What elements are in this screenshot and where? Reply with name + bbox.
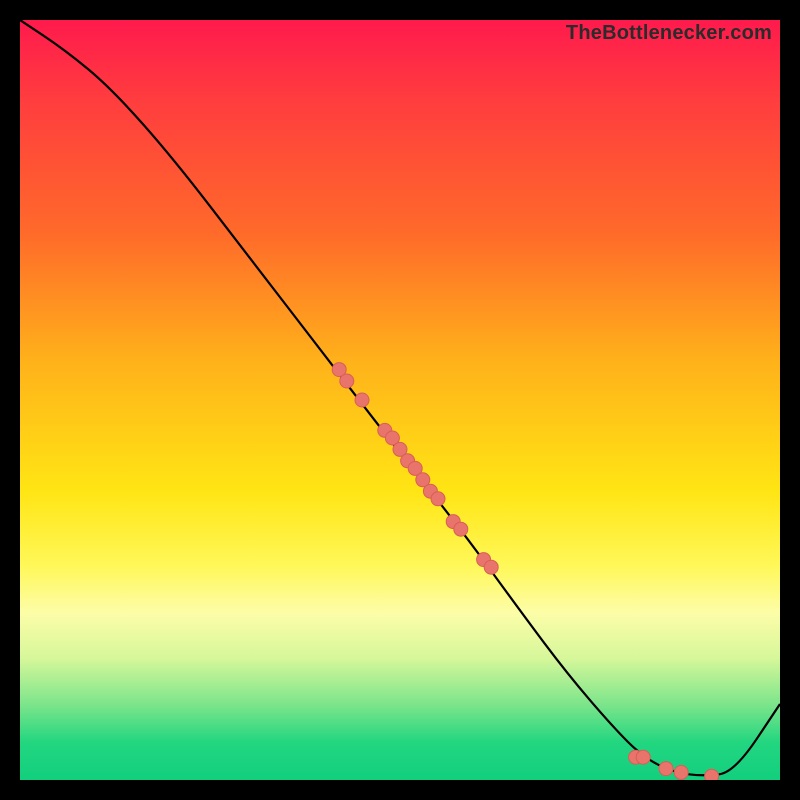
data-point xyxy=(484,560,498,574)
data-point xyxy=(431,492,445,506)
chart-area: TheBottlenecker.com xyxy=(20,20,780,780)
data-point xyxy=(674,765,688,779)
data-point xyxy=(355,393,369,407)
data-point xyxy=(705,769,719,780)
data-point xyxy=(340,374,354,388)
bottleneck-curve xyxy=(20,20,780,775)
plot-svg xyxy=(20,20,780,780)
scatter-group xyxy=(332,363,718,780)
data-point xyxy=(659,762,673,776)
data-point xyxy=(636,750,650,764)
data-point xyxy=(454,522,468,536)
